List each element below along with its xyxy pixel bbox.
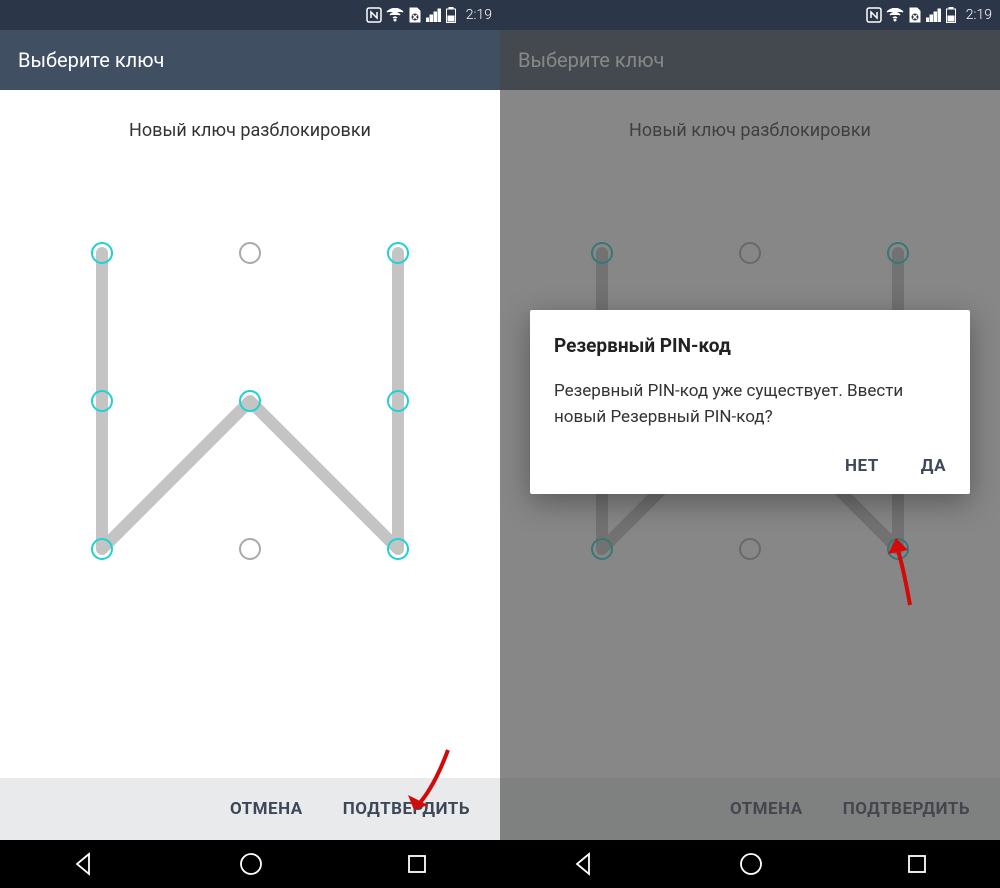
pattern-lock[interactable] — [80, 231, 420, 571]
pattern-dot[interactable] — [387, 242, 409, 264]
bottom-action-bar: ОТМЕНА ПОДТВЕРДИТЬ — [0, 778, 500, 840]
dialog-actions: НЕТ ДА — [554, 456, 946, 476]
back-icon[interactable] — [571, 851, 597, 877]
pattern-dot[interactable] — [387, 538, 409, 560]
header-title: Выберите ключ — [18, 48, 164, 72]
home-icon[interactable] — [738, 851, 764, 877]
status-bar: 2:19 — [0, 0, 500, 30]
battery-icon — [946, 7, 956, 23]
status-icons — [866, 7, 956, 23]
cancel-button[interactable]: ОТМЕНА — [230, 799, 303, 819]
dialog-yes-button[interactable]: ДА — [921, 456, 946, 476]
pattern-dot[interactable] — [239, 242, 261, 264]
dialog-title: Резервный PIN-код — [554, 334, 946, 357]
nav-bar — [500, 840, 1000, 888]
phone-screen-1: 2:19 Выберите ключ Новый ключ разблокиро… — [0, 0, 500, 888]
wifi-icon — [886, 8, 904, 22]
wifi-icon — [386, 8, 404, 22]
recent-apps-icon[interactable] — [905, 852, 929, 876]
status-bar: 2:19 — [500, 0, 1000, 30]
signal-icon — [926, 8, 942, 22]
pattern-dot[interactable] — [91, 538, 113, 560]
pattern-dot[interactable] — [387, 390, 409, 412]
phone-screen-2: 2:19 Выберите ключ Новый ключ разблокиро… — [500, 0, 1000, 888]
clock: 2:19 — [966, 7, 992, 23]
backup-pin-dialog: Резервный PIN-код Резервный PIN-код уже … — [530, 310, 970, 494]
app-header: Выберите ключ — [0, 30, 500, 90]
recent-apps-icon[interactable] — [405, 852, 429, 876]
sim-error-icon — [908, 7, 922, 23]
pattern-dot[interactable] — [91, 242, 113, 264]
content-area: Новый ключ разблокировки — [0, 90, 500, 778]
dialog-no-button[interactable]: НЕТ — [845, 456, 879, 476]
pattern-dot[interactable] — [91, 390, 113, 412]
confirm-button[interactable]: ПОДТВЕРДИТЬ — [343, 799, 470, 819]
nav-bar — [0, 840, 500, 888]
nfc-icon — [866, 7, 882, 23]
home-icon[interactable] — [238, 851, 264, 877]
pattern-dot[interactable] — [239, 390, 261, 412]
signal-icon — [426, 8, 442, 22]
status-icons — [366, 7, 456, 23]
dialog-body: Резервный PIN-код уже существует. Ввести… — [554, 379, 946, 430]
subtitle: Новый ключ разблокировки — [129, 120, 371, 141]
battery-icon — [446, 7, 456, 23]
pattern-dot[interactable] — [239, 538, 261, 560]
pattern-dots — [80, 231, 420, 571]
nfc-icon — [366, 7, 382, 23]
clock: 2:19 — [466, 7, 492, 23]
back-icon[interactable] — [71, 851, 97, 877]
sim-error-icon — [408, 7, 422, 23]
